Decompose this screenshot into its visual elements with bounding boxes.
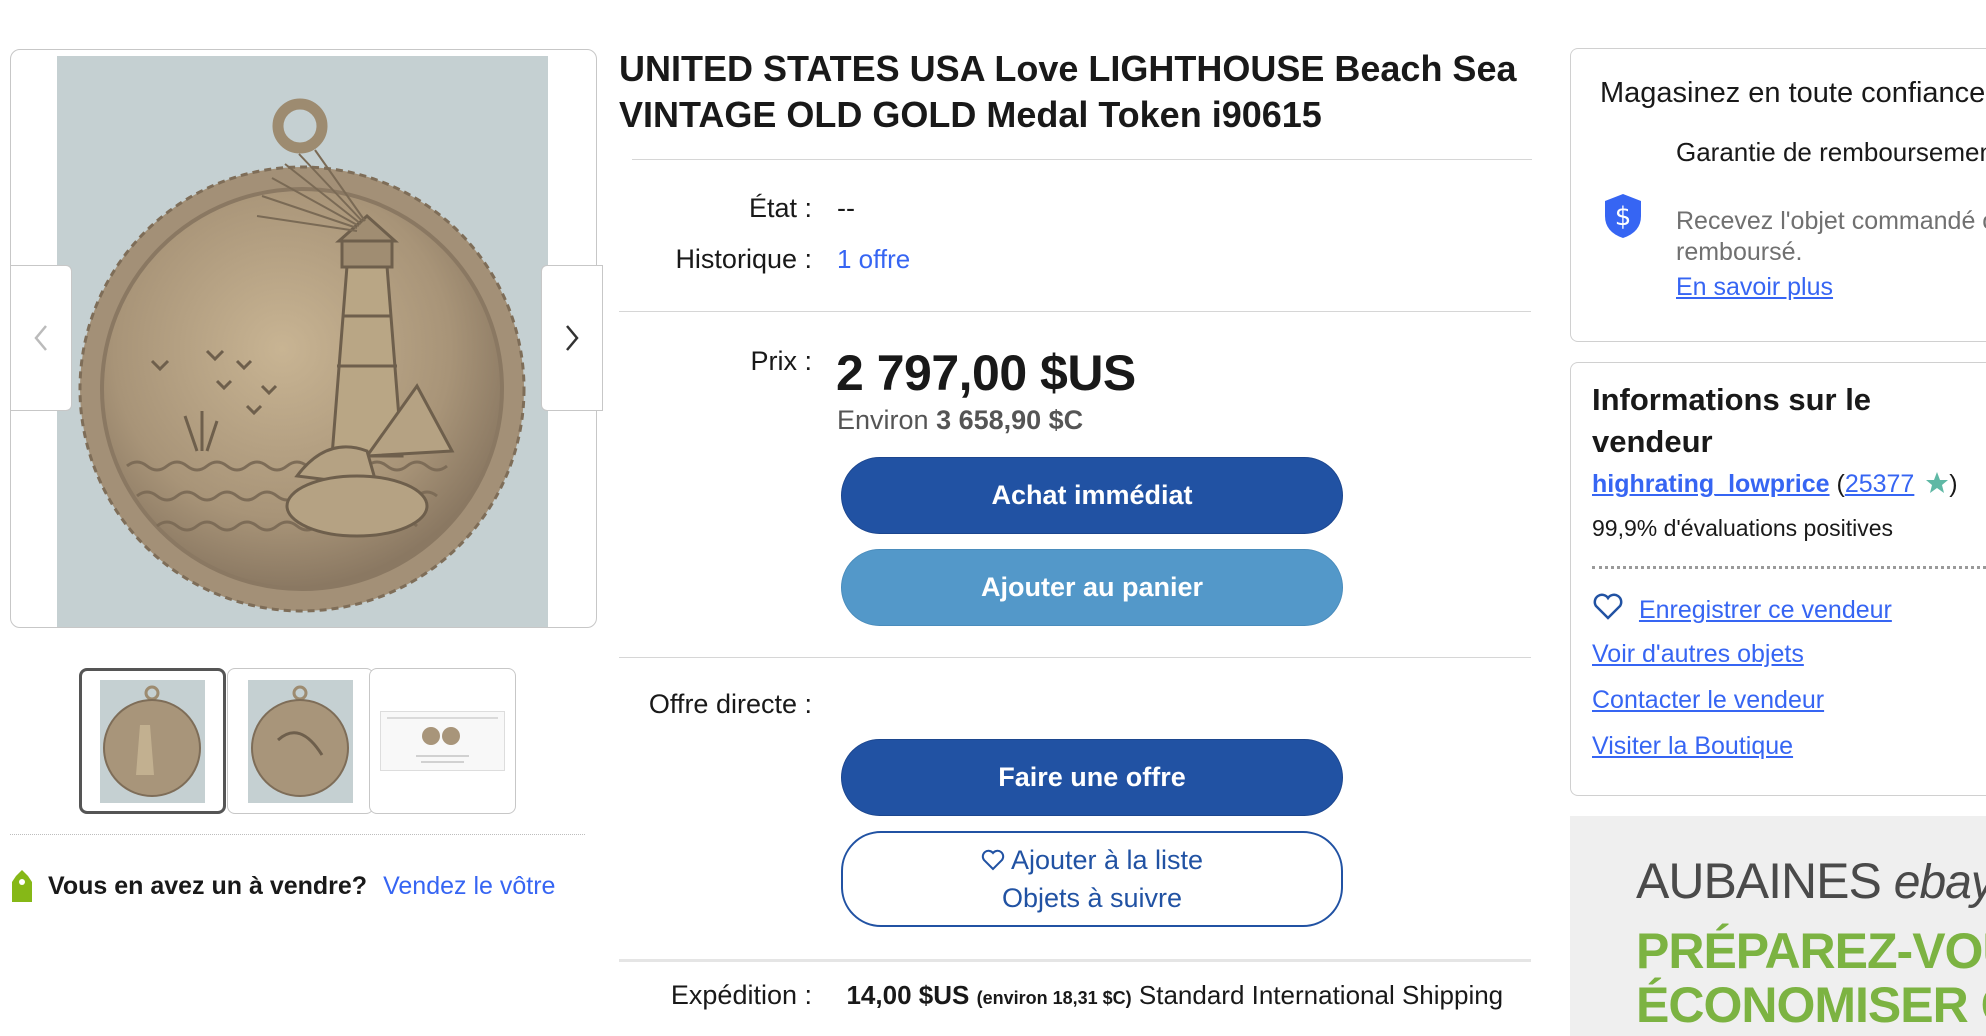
shop-with-confidence-card: Magasinez en toute confiance $ Garantie …	[1570, 48, 1986, 342]
approx-prefix: Environ	[837, 405, 929, 435]
sell-yours-link[interactable]: Vendez le vôtre	[383, 872, 555, 901]
thumbnail-image	[248, 679, 353, 803]
positive-feedback: 99,9% d'évaluations positives	[1592, 515, 1894, 541]
watchlist-line-1: Ajouter à la liste	[981, 841, 1203, 879]
previous-image-button[interactable]	[10, 265, 72, 411]
shipping-row: Expédition : 14,00 $US (environ 18,31 $C…	[619, 980, 1569, 1011]
section-divider	[619, 657, 1531, 658]
watchlist-label-1: Ajouter à la liste	[1010, 845, 1204, 875]
svg-text:$: $	[1615, 202, 1632, 232]
sell-prompt: Vous en avez un à vendre?	[48, 871, 368, 900]
item-title: UNITED STATES USA Love LIGHTHOUSE Beach …	[619, 48, 1517, 135]
save-seller-link[interactable]: Enregistrer ce vendeur	[1639, 596, 1892, 624]
section-divider	[619, 311, 1531, 312]
thumbnail-image	[100, 679, 205, 803]
advertisement-banner[interactable]: AUBAINES ebay PRÉPAREZ-VOUS À ÉCONOMISER…	[1570, 816, 1986, 1036]
watchlist-label-2: Objets à suivre	[1001, 883, 1183, 913]
seller-username-link[interactable]: highrating_lowprice	[1592, 470, 1830, 498]
ad-brand-line: AUBAINES ebay	[1636, 852, 1986, 910]
chevron-right-icon	[566, 325, 579, 351]
see-other-items-link[interactable]: Voir d'autres objets	[1592, 640, 1804, 669]
seller-heading: Informations sur le vendeur	[1592, 382, 1872, 459]
shipping-label: Expédition :	[670, 980, 812, 1010]
price-value: 2 797,00 $US	[836, 345, 1136, 401]
buy-now-button[interactable]: Achat immédiat	[841, 457, 1343, 534]
direct-offer-label: Offre directe :	[648, 689, 812, 719]
gallery-divider	[10, 834, 585, 835]
guarantee-title: Garantie de remboursement eBay	[1676, 137, 1986, 167]
price-tag-icon	[12, 870, 32, 902]
shield-dollar-icon: $	[1605, 194, 1641, 238]
seller-id-row: highrating_lowprice (25377 )	[1592, 470, 1958, 498]
learn-more-link[interactable]: En savoir plus	[1676, 273, 1833, 302]
save-seller-row[interactable]: Enregistrer ce vendeur	[1592, 593, 1892, 625]
contact-seller-link[interactable]: Contacter le vendeur	[1592, 686, 1824, 715]
shipping-method: Standard International Shipping	[1138, 980, 1504, 1010]
price-label: Prix :	[750, 346, 812, 376]
next-image-button[interactable]	[541, 265, 603, 411]
ad-headline-1: PRÉPAREZ-VOUS À	[1636, 923, 1986, 979]
chevron-left-icon	[34, 325, 47, 351]
condition-value: --	[837, 193, 855, 223]
ebay-logo: ebay	[1893, 856, 1986, 909]
feedback-score-link[interactable]: 25377	[1845, 470, 1915, 498]
thumbnail-image	[380, 711, 505, 771]
approx-price: Environ 3 658,90 $C	[837, 405, 1083, 436]
shipping-approx: (environ 18,31 $C)	[976, 988, 1132, 1008]
condition-label: État :	[748, 193, 812, 223]
seller-info-card: Informations sur le vendeur highrating_l…	[1570, 362, 1986, 796]
add-to-cart-button[interactable]: Ajouter au panier	[841, 549, 1343, 626]
thumbnail-2[interactable]	[227, 668, 374, 814]
sell-yours-row: Vous en avez un à vendre? Vendez le vôtr…	[10, 868, 555, 904]
thumbnail-3[interactable]	[369, 668, 516, 814]
main-product-image[interactable]	[57, 56, 548, 627]
trust-heading: Magasinez en toute confiance	[1600, 77, 1986, 109]
heart-icon	[1593, 593, 1623, 620]
seller-divider	[1592, 566, 1986, 569]
medal-illustration	[57, 56, 548, 627]
ad-headline-2: ÉCONOMISER GROS	[1636, 977, 1986, 1033]
guarantee-text: Recevez l'objet commandé ou soyez rembou…	[1676, 207, 1986, 266]
make-offer-button[interactable]: Faire une offre	[841, 739, 1343, 816]
bid-history-link[interactable]: 1 offre	[837, 244, 910, 275]
visit-store-link[interactable]: Visiter la Boutique	[1592, 732, 1793, 761]
ad-brand-text: AUBAINES	[1636, 853, 1882, 909]
title-divider	[632, 159, 1532, 160]
heart-icon	[981, 849, 1005, 871]
approx-value: 3 658,90 $C	[936, 405, 1084, 435]
section-divider	[619, 959, 1531, 962]
thumbnail-1[interactable]	[79, 668, 226, 814]
history-label: Historique :	[675, 244, 812, 274]
shipping-price: 14,00 $US	[846, 980, 970, 1010]
add-to-watchlist-button[interactable]: Ajouter à la liste Objets à suivre	[841, 831, 1343, 927]
star-rating-icon	[1926, 472, 1949, 493]
